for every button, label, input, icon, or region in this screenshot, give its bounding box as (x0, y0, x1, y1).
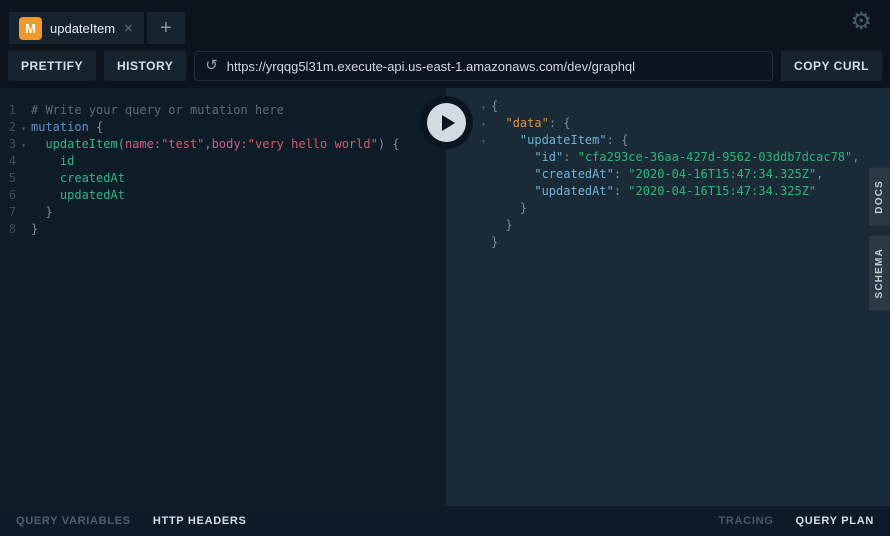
http-headers-button[interactable]: HTTP HEADERS (153, 515, 247, 527)
code-text: "createdAt": "2020-04-16T15:47:34.325Z", (491, 166, 823, 183)
response-line: } (446, 217, 890, 234)
line-number: 7 (0, 204, 16, 221)
code-text: id (31, 153, 74, 170)
code-text: "updateItem": { (491, 132, 628, 149)
response-line: } (446, 200, 890, 217)
editor-line[interactable]: 2▾mutation { (0, 119, 446, 136)
code-text: "data": { (491, 115, 571, 132)
code-text: "updatedAt": "2020-04-16T15:47:34.325Z" (491, 183, 816, 200)
settings-gear-icon[interactable]: ⚙ (850, 7, 872, 36)
prettify-button[interactable]: PRETTIFY (8, 51, 96, 81)
tab-updateitem[interactable]: M updateItem × (9, 12, 144, 44)
new-tab-button[interactable]: + (147, 12, 185, 44)
play-icon (442, 115, 455, 131)
code-text: createdAt (31, 170, 125, 187)
fold-arrow-icon[interactable]: ▾ (476, 99, 491, 116)
bottom-right-group: TRACING QUERY PLAN (718, 515, 874, 527)
code-text: } (491, 217, 513, 234)
code-text: } (491, 200, 527, 217)
code-text: # Write your query or mutation here (31, 102, 284, 119)
response-line: ▾ "updateItem": { (446, 132, 890, 149)
tab-label: updateItem (50, 21, 115, 36)
response-lines: ▾{▾ "data": {▾ "updateItem": { "id": "cf… (446, 98, 890, 251)
main-area: 1# Write your query or mutation here2▾mu… (0, 88, 890, 506)
response-line: "createdAt": "2020-04-16T15:47:34.325Z", (446, 166, 890, 183)
response-line: } (446, 234, 890, 251)
response-line: ▾{ (446, 98, 890, 115)
code-text: "id": "cfa293ce-36aa-427d-9562-03ddb7dca… (491, 149, 860, 166)
bottom-bar: QUERY VARIABLES HTTP HEADERS TRACING QUE… (0, 506, 890, 536)
code-text: mutation { (31, 119, 103, 136)
mutation-badge-icon: M (19, 17, 42, 40)
query-editor-lines: 1# Write your query or mutation here2▾mu… (0, 102, 446, 238)
bottom-left-group: QUERY VARIABLES HTTP HEADERS (16, 515, 247, 527)
graphql-playground-window: M updateItem × + ⚙ PRETTIFY HISTORY ↺ CO… (0, 0, 890, 536)
line-number: 1 (0, 102, 16, 119)
response-pane: ▾{▾ "data": {▾ "updateItem": { "id": "cf… (446, 88, 890, 506)
response-line: "updatedAt": "2020-04-16T15:47:34.325Z" (446, 183, 890, 200)
endpoint-bar[interactable]: ↺ (194, 51, 773, 81)
execute-button-circle (427, 103, 466, 142)
code-text: } (31, 204, 53, 221)
editor-line[interactable]: 7 } (0, 204, 446, 221)
docs-tab[interactable]: DOCS (869, 168, 890, 226)
schema-tab[interactable]: SCHEMA (869, 236, 890, 311)
code-text: } (491, 234, 498, 251)
editor-line[interactable]: 4 id (0, 153, 446, 170)
query-variables-button[interactable]: QUERY VARIABLES (16, 515, 131, 527)
code-text: } (31, 221, 38, 238)
response-line: "id": "cfa293ce-36aa-427d-9562-03ddb7dca… (446, 149, 890, 166)
line-number: 8 (0, 221, 16, 238)
line-number: 6 (0, 187, 16, 204)
query-plan-button[interactable]: QUERY PLAN (795, 515, 874, 527)
endpoint-input[interactable] (227, 59, 762, 74)
tab-bar: M updateItem × + ⚙ (0, 0, 890, 44)
editor-line[interactable]: 1 # Write your query or mutation here (0, 102, 446, 119)
editor-line[interactable]: 6 updatedAt (0, 187, 446, 204)
line-number: 2 (0, 119, 16, 136)
editor-line[interactable]: 5 createdAt (0, 170, 446, 187)
side-tabs: DOCS SCHEMA (869, 168, 890, 310)
tracing-button[interactable]: TRACING (718, 515, 773, 527)
toolbar: PRETTIFY HISTORY ↺ COPY CURL (0, 44, 890, 88)
query-editor-pane[interactable]: 1# Write your query or mutation here2▾mu… (0, 88, 446, 506)
fold-arrow-icon[interactable]: ▾ (476, 133, 491, 150)
close-tab-icon[interactable]: × (123, 21, 134, 36)
response-line: ▾ "data": { (446, 115, 890, 132)
fold-arrow-icon[interactable]: ▾ (16, 120, 31, 137)
refresh-icon[interactable]: ↺ (205, 58, 218, 73)
line-number: 5 (0, 170, 16, 187)
line-number: 4 (0, 153, 16, 170)
code-text: updateItem(name:"test",body:"very hello … (31, 136, 400, 153)
plus-icon: + (160, 17, 172, 40)
line-number: 3 (0, 136, 16, 153)
code-text: updatedAt (31, 187, 125, 204)
editor-line[interactable]: 8} (0, 221, 446, 238)
editor-line[interactable]: 3▾ updateItem(name:"test",body:"very hel… (0, 136, 446, 153)
fold-arrow-icon[interactable]: ▾ (476, 116, 491, 133)
code-text: { (491, 98, 498, 115)
copy-curl-button[interactable]: COPY CURL (781, 51, 882, 81)
execute-button[interactable] (420, 96, 473, 149)
fold-arrow-icon[interactable]: ▾ (16, 137, 31, 154)
history-button[interactable]: HISTORY (104, 51, 186, 81)
